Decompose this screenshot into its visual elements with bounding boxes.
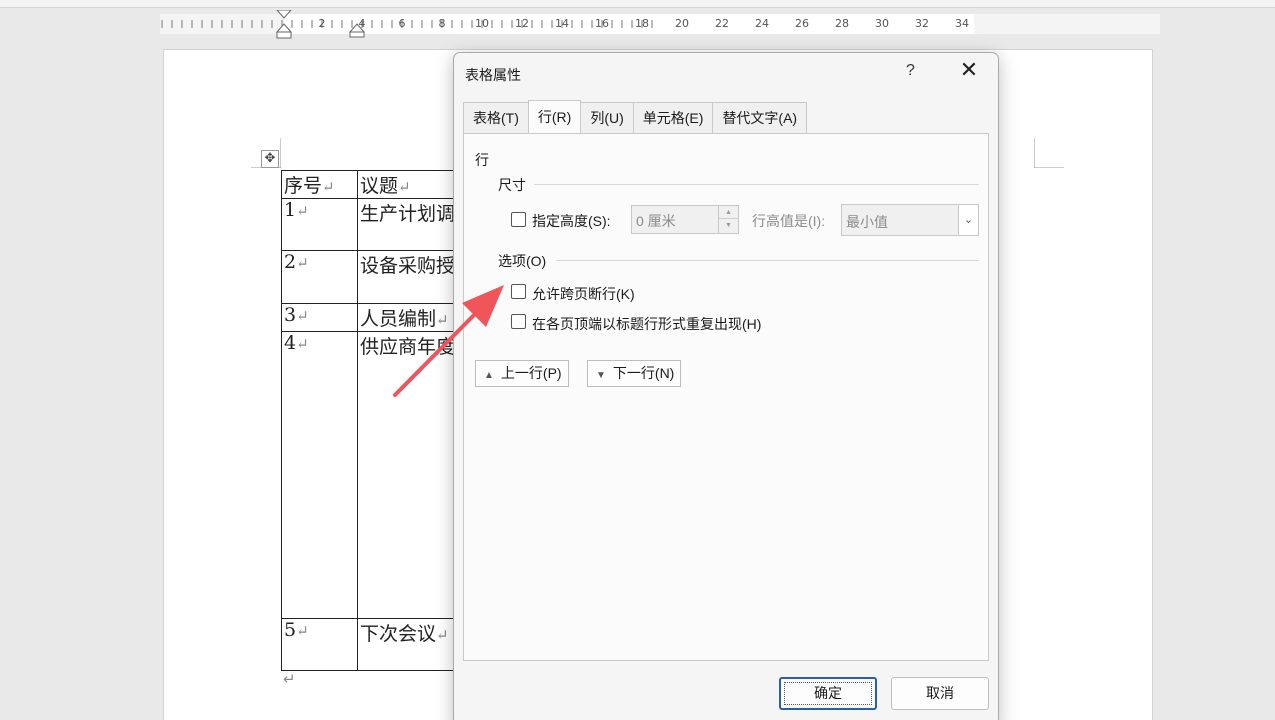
repeat-header-checkbox[interactable] [511,314,526,329]
tab-bar: 表格(T) 行(R) 列(U) 单元格(E) 替代文字(A) [463,100,808,133]
tab-cell[interactable]: 单元格(E) [632,102,714,133]
options-section-title: 选项(O) [498,253,547,269]
divider [556,260,979,261]
size-section-title: 尺寸 [498,177,526,193]
specify-height-checkbox[interactable] [511,212,526,227]
table-cell[interactable]: 4↵ [281,331,358,619]
ruler-number: 28 [835,17,849,30]
ruler-number: 24 [755,17,769,30]
return-mark: ↵ [322,178,335,196]
window-top-strip [0,0,1275,8]
height-spinner[interactable]: 0 厘米 ▲ ▼ [631,205,739,234]
ruler-number: 32 [915,17,929,30]
table-cell[interactable]: 1↵ [281,198,358,251]
ok-button[interactable]: 确定 [779,677,877,710]
cancel-label: 取消 [926,685,954,701]
paragraph-mark: ↵ [283,670,296,688]
row-height-mode-select[interactable]: 最小值 ⌄ [841,204,979,236]
tab-row[interactable]: 行(R) [527,100,582,133]
horizontal-ruler[interactable]: 2 4 6 8 10 12 14 16 18 20 22 24 26 28 30 32 34 [160,10,1160,39]
row-height-is-label: 行高值是(I): [752,213,826,229]
margin-corner-mark-right [1034,138,1064,168]
spinner-down-icon[interactable]: ▼ [719,219,738,232]
spinner-up-icon[interactable]: ▲ [719,206,738,219]
return-mark: ↵ [296,622,309,640]
ruler-number: 12 [515,17,529,30]
cancel-button[interactable]: 取消 [891,677,989,710]
table-properties-dialog[interactable]: 表格属性 ? ✕ 表格(T) 行(R) 列(U) 单元格(E) 替代文字(A) … [453,52,999,720]
cell-text: 设备采购授 [360,255,456,277]
allow-row-break-label: 允许跨页断行(K) [532,286,635,302]
next-row-button[interactable]: ▼ 下一行(N) [587,360,682,387]
triangle-down-icon: ▼ [596,370,606,381]
cell-text: 下次会议 [360,623,437,645]
ruler-number: 6 [398,17,406,30]
tab-table[interactable]: 表格(T) [463,102,529,133]
height-value: 0 厘米 [636,213,676,229]
previous-row-label: 上一行(P) [500,365,562,381]
next-row-label: 下一行(N) [612,365,675,381]
ruler-number: 20 [675,17,689,30]
table-cell[interactable]: 序号↵ [281,170,358,199]
repeat-header-label: 在各页顶端以标题行形式重复出现(H) [532,316,762,332]
cell-text: 序号 [284,175,323,197]
close-icon[interactable]: ✕ [957,59,981,83]
allow-row-break-checkbox[interactable] [511,284,526,299]
ruler-number: 30 [875,17,889,30]
table-move-handle-icon[interactable]: ✥ [261,150,279,168]
chevron-down-icon[interactable]: ⌄ [958,205,978,235]
cell-text: 议题 [360,175,399,197]
table-cell[interactable]: 3↵ [281,303,358,332]
tab-column[interactable]: 列(U) [580,102,634,133]
ruler-number: 14 [555,17,569,30]
table-cell[interactable]: 5↵ [281,618,358,671]
ruler-number: 26 [795,17,809,30]
row-tab-panel: 行 尺寸 指定高度(S): 0 厘米 ▲ ▼ 行高值是(I): 最小值 ⌄ 选项… [463,133,989,661]
help-button[interactable]: ? [906,62,915,80]
return-mark: ↵ [296,307,309,325]
ruler-ticks [161,20,653,28]
specify-height-label: 指定高度(S): [532,213,611,229]
ruler-number: 2 [318,17,326,30]
row-section-title: 行 [475,152,489,168]
hanging-indent-marker-icon[interactable] [349,14,365,38]
cell-text: 2 [284,251,297,273]
ruler-number: 34 [955,17,969,30]
return-mark: ↵ [436,626,449,644]
annotation-arrow-icon [393,285,504,397]
dialog-title: 表格属性 [465,67,521,83]
return-mark: ↵ [296,202,309,220]
ruler-number: 10 [475,17,489,30]
table-cell[interactable]: 2↵ [281,250,358,304]
return-mark: ↵ [296,254,309,272]
divider [534,184,979,185]
cell-text: 3 [284,304,297,326]
cell-text: 5 [284,619,297,641]
ruler-number: 16 [595,17,609,30]
return-mark: ↵ [296,335,309,353]
cell-text: 生产计划调 [360,203,456,225]
ruler-number: 8 [438,17,446,30]
spinner-buttons: ▲ ▼ [718,206,738,233]
ruler-number: 22 [715,17,729,30]
ruler-number: 18 [635,17,649,30]
row-height-mode-value: 最小值 [846,214,888,230]
cell-text: 1 [284,199,297,221]
tab-alt-text[interactable]: 替代文字(A) [712,102,808,133]
cell-text: 4 [284,332,297,354]
return-mark: ↵ [398,178,411,196]
focus-ring [784,682,872,705]
indent-marker-icon[interactable] [274,10,294,40]
